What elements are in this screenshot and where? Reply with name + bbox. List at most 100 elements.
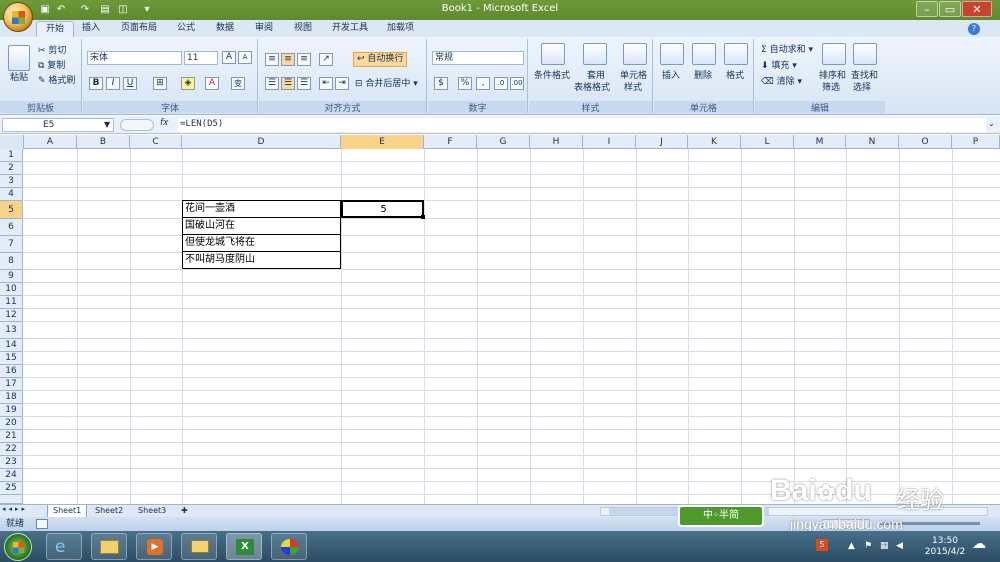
phonetic-button[interactable]: 变 [231, 77, 245, 90]
cell-styles-line1[interactable]: 单元格 [620, 71, 647, 82]
col-header[interactable]: N [846, 135, 899, 149]
align-top-icon[interactable]: ≡ [265, 53, 279, 66]
table-format-icon[interactable] [583, 43, 607, 65]
insert-function-icon[interactable]: fx [160, 118, 169, 128]
col-header[interactable]: J [636, 135, 688, 149]
fill-handle[interactable] [421, 215, 425, 219]
row-header[interactable]: 19 [0, 404, 23, 417]
cell-D8[interactable]: 不叫胡马度阴山 [182, 251, 341, 269]
sheet-nav-arrows-icon[interactable]: ◂◂▸▸ [2, 505, 28, 513]
sort-filter-icon[interactable] [822, 43, 846, 65]
tab-view[interactable]: 视图 [285, 21, 321, 37]
insert-cells-button[interactable]: 插入 [662, 71, 680, 82]
help-icon[interactable]: ? [968, 23, 980, 35]
paste-icon[interactable] [8, 45, 30, 71]
row-header[interactable]: 20 [0, 417, 23, 430]
row-header[interactable]: 21 [0, 430, 23, 443]
row-header[interactable]: 12 [0, 309, 23, 322]
col-header[interactable]: G [477, 135, 530, 149]
tray-clock[interactable]: 13:50 2015/4/2 [922, 536, 968, 558]
align-right-icon[interactable]: ☰ [297, 77, 311, 90]
col-header[interactable]: C [130, 135, 182, 149]
col-header[interactable]: E [341, 135, 424, 149]
cell-D7[interactable]: 但使龙城飞将在 [182, 234, 341, 252]
font-name-select[interactable]: 宋体 [87, 51, 182, 65]
cut-button[interactable]: ✂ 剪切 [38, 46, 66, 57]
cancel-enter-pill[interactable] [120, 119, 154, 131]
format-cells-icon[interactable] [724, 43, 748, 65]
row-header[interactable]: 17 [0, 378, 23, 391]
print-preview-icon[interactable]: ▤ [98, 3, 112, 16]
grow-font-button[interactable]: A [222, 51, 236, 64]
col-header[interactable]: P [952, 135, 1000, 149]
col-header[interactable]: H [530, 135, 583, 149]
row-header[interactable]: 6 [0, 219, 23, 236]
wrap-text-button[interactable]: ↩ 自动换行 [353, 52, 408, 67]
cell-D6[interactable]: 国破山河在 [182, 217, 341, 235]
col-header[interactable]: A [24, 135, 77, 149]
mail-icon[interactable] [181, 533, 217, 560]
currency-icon[interactable]: $ [434, 77, 448, 90]
row-header[interactable]: 10 [0, 283, 23, 296]
name-box[interactable]: E5 [2, 118, 114, 132]
font-size-select[interactable]: 11 [184, 51, 218, 65]
align-bottom-icon[interactable]: ≡ [297, 53, 311, 66]
row-header[interactable]: 23 [0, 456, 23, 469]
tab-addins[interactable]: 加载项 [378, 21, 423, 37]
row-header[interactable]: 22 [0, 443, 23, 456]
excel-taskbar-icon[interactable]: X [226, 533, 262, 560]
align-middle-icon[interactable]: ≡ [281, 53, 295, 66]
row-header-partial[interactable] [0, 495, 23, 504]
tray-network-icon[interactable]: ▦ [880, 541, 889, 552]
office-button[interactable] [3, 2, 33, 32]
col-header[interactable]: I [583, 135, 636, 149]
conditional-format-icon[interactable] [541, 43, 565, 65]
tray-flag-icon[interactable]: ⚑ [864, 541, 872, 552]
conditional-format-button[interactable]: 条件格式 [534, 71, 570, 82]
minimize-button[interactable]: – [916, 1, 938, 17]
chevron-down-icon[interactable]: ▼ [104, 120, 110, 129]
col-header[interactable]: B [77, 135, 130, 149]
copy-button[interactable]: ⧉ 复制 [38, 61, 65, 72]
cell-styles-icon[interactable] [623, 43, 647, 65]
row-header[interactable]: 24 [0, 469, 23, 482]
row-header[interactable]: 11 [0, 296, 23, 309]
number-format-select[interactable]: 常规 [432, 51, 524, 65]
redo-icon[interactable]: ↷ [78, 3, 92, 16]
autosum-button[interactable]: Σ 自动求和 ▾ [761, 45, 813, 56]
tab-home[interactable]: 开始 [36, 21, 75, 37]
increase-indent-icon[interactable]: ⇥ [335, 77, 349, 90]
start-button[interactable] [4, 533, 32, 561]
col-header[interactable]: K [688, 135, 741, 149]
cell-D5[interactable]: 花间一壶酒 [182, 200, 341, 218]
ime-icon[interactable]: S [816, 539, 828, 551]
table-format-line2[interactable]: 表格格式 [574, 83, 610, 94]
tab-data[interactable]: 数据 [207, 21, 243, 37]
tray-volume-icon[interactable]: ◀ [896, 541, 903, 552]
select-all-corner[interactable] [0, 135, 24, 149]
format-painter-button[interactable]: ✎ 格式刷 [38, 76, 75, 87]
save-icon[interactable]: ▣ [38, 3, 52, 16]
tray-up-icon[interactable]: ▲ [848, 541, 855, 552]
align-center-icon[interactable]: ☰ [281, 77, 295, 90]
tab-developer[interactable]: 开发工具 [323, 21, 377, 37]
grid-area[interactable] [24, 149, 1000, 504]
row-header[interactable]: 2 [0, 162, 23, 175]
open-icon[interactable]: ◫ [116, 3, 130, 16]
borders-icon[interactable]: ⊞ [153, 77, 167, 90]
row-header[interactable]: 18 [0, 391, 23, 404]
delete-cells-button[interactable]: 删除 [694, 71, 712, 82]
row-header[interactable]: 13 [0, 322, 23, 339]
row-header[interactable]: 1 [0, 149, 23, 162]
row-header[interactable]: 8 [0, 253, 23, 270]
italic-button[interactable]: I [106, 77, 120, 90]
percent-button[interactable]: % [458, 77, 472, 90]
row-header[interactable]: 25 [0, 482, 23, 495]
comma-button[interactable]: , [476, 77, 490, 90]
clear-button[interactable]: ⌫ 清除 ▾ [761, 77, 802, 88]
find-select-line1[interactable]: 查找和 [851, 71, 878, 82]
row-header[interactable]: 7 [0, 236, 23, 253]
tab-page-layout[interactable]: 页面布局 [112, 21, 166, 37]
decrease-indent-icon[interactable]: ⇤ [319, 77, 333, 90]
customize-toolbar-icon[interactable]: ▾ [140, 3, 154, 16]
